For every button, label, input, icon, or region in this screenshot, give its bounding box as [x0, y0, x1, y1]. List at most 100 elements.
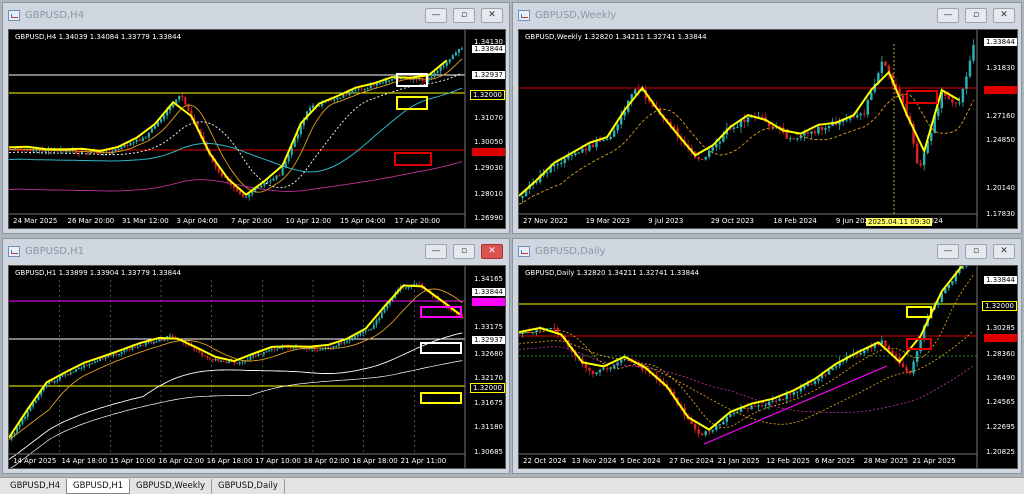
- candle-body: [616, 124, 619, 131]
- price-level-tag: 1.33661: [472, 298, 505, 306]
- candle-body: [34, 400, 37, 403]
- tab-gbpusd-h4[interactable]: GBPUSD,H4: [4, 479, 68, 494]
- maximize-button[interactable]: ▫: [453, 8, 475, 23]
- candle-body: [311, 348, 314, 350]
- candle-body: [260, 185, 263, 188]
- candle-body: [262, 352, 265, 355]
- candle-body: [884, 61, 887, 66]
- candle-body: [254, 355, 257, 357]
- minimize-button[interactable]: —: [937, 244, 959, 259]
- close-button[interactable]: ✕: [993, 8, 1015, 23]
- candle-body: [870, 91, 873, 101]
- candle-body: [415, 283, 418, 285]
- candle-body: [372, 324, 375, 329]
- price-chart[interactable]: GBPUSD,H1 1.33899 1.33904 1.33779 1.3384…: [8, 265, 506, 469]
- price-tick-label: 1.33175: [474, 323, 503, 331]
- candle-body: [803, 386, 806, 388]
- chart-canvas[interactable]: [9, 266, 506, 469]
- title-bar[interactable]: GBPUSD,Weekly — ▫ ✕: [513, 3, 1021, 29]
- time-tick-label: 14 Apr 2025: [13, 457, 57, 465]
- candle-body: [750, 405, 753, 410]
- candle-body: [581, 148, 584, 153]
- price-chart[interactable]: GBPUSD,Weekly 1.32820 1.34211 1.32741 1.…: [518, 29, 1018, 229]
- chart-canvas[interactable]: [9, 30, 506, 229]
- close-button[interactable]: ✕: [481, 244, 503, 259]
- candle-body: [729, 413, 732, 417]
- candle-body: [178, 95, 181, 100]
- candle-body: [796, 391, 799, 393]
- candle-body: [222, 360, 225, 362]
- chart-window-h4[interactable]: GBPUSD,H4 — ▫ ✕ GBPUSD,H4 1.34039 1.3408…: [2, 2, 510, 234]
- candle-body: [947, 95, 951, 100]
- candle-body: [372, 85, 375, 87]
- price-chart[interactable]: GBPUSD,Daily 1.32820 1.34211 1.32741 1.3…: [518, 265, 1018, 469]
- candle-body: [746, 117, 750, 123]
- candle-body: [114, 149, 117, 152]
- candle-body: [817, 126, 820, 134]
- candle-body: [195, 349, 198, 351]
- chart-canvas[interactable]: [519, 266, 1018, 469]
- candle-body: [454, 52, 457, 56]
- chart-window-h1[interactable]: GBPUSD,H1 — ▫ ✕ GBPUSD,H1 1.33899 1.3390…: [2, 238, 510, 474]
- candle-body: [715, 143, 718, 148]
- candle-body: [852, 117, 855, 119]
- tab-gbpusd-weekly[interactable]: GBPUSD,Weekly: [130, 479, 213, 494]
- candle-body: [56, 379, 59, 381]
- candle-body: [112, 353, 115, 356]
- tab-gbpusd-daily[interactable]: GBPUSD,Daily: [212, 479, 285, 494]
- candle-body: [718, 141, 722, 144]
- tab-gbpusd-h1[interactable]: GBPUSD,H1: [66, 479, 131, 494]
- candle-body: [588, 144, 591, 151]
- candle-body: [912, 361, 915, 374]
- chart-window-icon: [8, 246, 20, 257]
- candle-body: [348, 338, 351, 341]
- chart-canvas[interactable]: [519, 30, 1018, 229]
- candle-body: [343, 342, 346, 344]
- candle-body: [556, 163, 559, 165]
- candle-body: [753, 405, 757, 407]
- time-tick-label: 17 Apr 10:00: [255, 457, 301, 465]
- candle-body: [806, 132, 810, 134]
- price-tick-label: 1.30685: [474, 448, 503, 456]
- candle-body: [418, 283, 421, 285]
- price-chart[interactable]: GBPUSD,H4 1.34039 1.34084 1.33779 1.3384…: [8, 29, 506, 229]
- title-bar[interactable]: GBPUSD,H1 — ▫ ✕: [3, 239, 509, 265]
- candle-body: [584, 364, 588, 369]
- moving-average-line: [9, 288, 463, 440]
- candle-body: [405, 287, 407, 289]
- close-button[interactable]: ✕: [993, 244, 1015, 259]
- chart-window-daily[interactable]: GBPUSD,Daily — ▫ ✕ GBPUSD,Daily 1.32820 …: [512, 238, 1022, 474]
- red-zone-box: [394, 152, 432, 166]
- candle-body: [348, 92, 351, 96]
- minimize-button[interactable]: —: [425, 244, 447, 259]
- title-bar[interactable]: GBPUSD,H4 — ▫ ✕: [3, 3, 509, 29]
- candle-body: [83, 364, 86, 368]
- minimize-button[interactable]: —: [937, 8, 959, 23]
- title-bar[interactable]: GBPUSD,Daily — ▫ ✕: [513, 239, 1021, 265]
- candle-body: [238, 362, 241, 364]
- candle-body: [184, 97, 187, 105]
- close-button[interactable]: ✕: [481, 8, 503, 23]
- yellow-zone-box: [420, 392, 462, 404]
- maximize-button[interactable]: ▫: [453, 244, 475, 259]
- maximize-button[interactable]: ▫: [965, 244, 987, 259]
- candle-body: [380, 312, 383, 319]
- candle-body: [609, 368, 612, 370]
- minimize-button[interactable]: —: [425, 8, 447, 23]
- time-tick-label: 18 Apr 18:00: [352, 457, 398, 465]
- candle-body: [595, 140, 598, 148]
- candle-body: [265, 351, 268, 353]
- candle-body: [109, 355, 112, 357]
- candle-body: [171, 335, 174, 338]
- candle-body: [203, 355, 206, 357]
- maximize-button[interactable]: ▫: [965, 8, 987, 23]
- candle-body: [335, 346, 338, 348]
- candle-body: [785, 132, 788, 139]
- price-tick-label: 1.17830: [986, 210, 1015, 218]
- price-tick-label: 1.31675: [474, 399, 503, 407]
- price-tick-label: 1.24565: [986, 398, 1015, 406]
- candle-body: [131, 346, 134, 350]
- candle-body: [118, 353, 120, 355]
- candle-body: [275, 175, 278, 179]
- chart-window-weekly[interactable]: GBPUSD,Weekly — ▫ ✕ GBPUSD,Weekly 1.3282…: [512, 2, 1022, 234]
